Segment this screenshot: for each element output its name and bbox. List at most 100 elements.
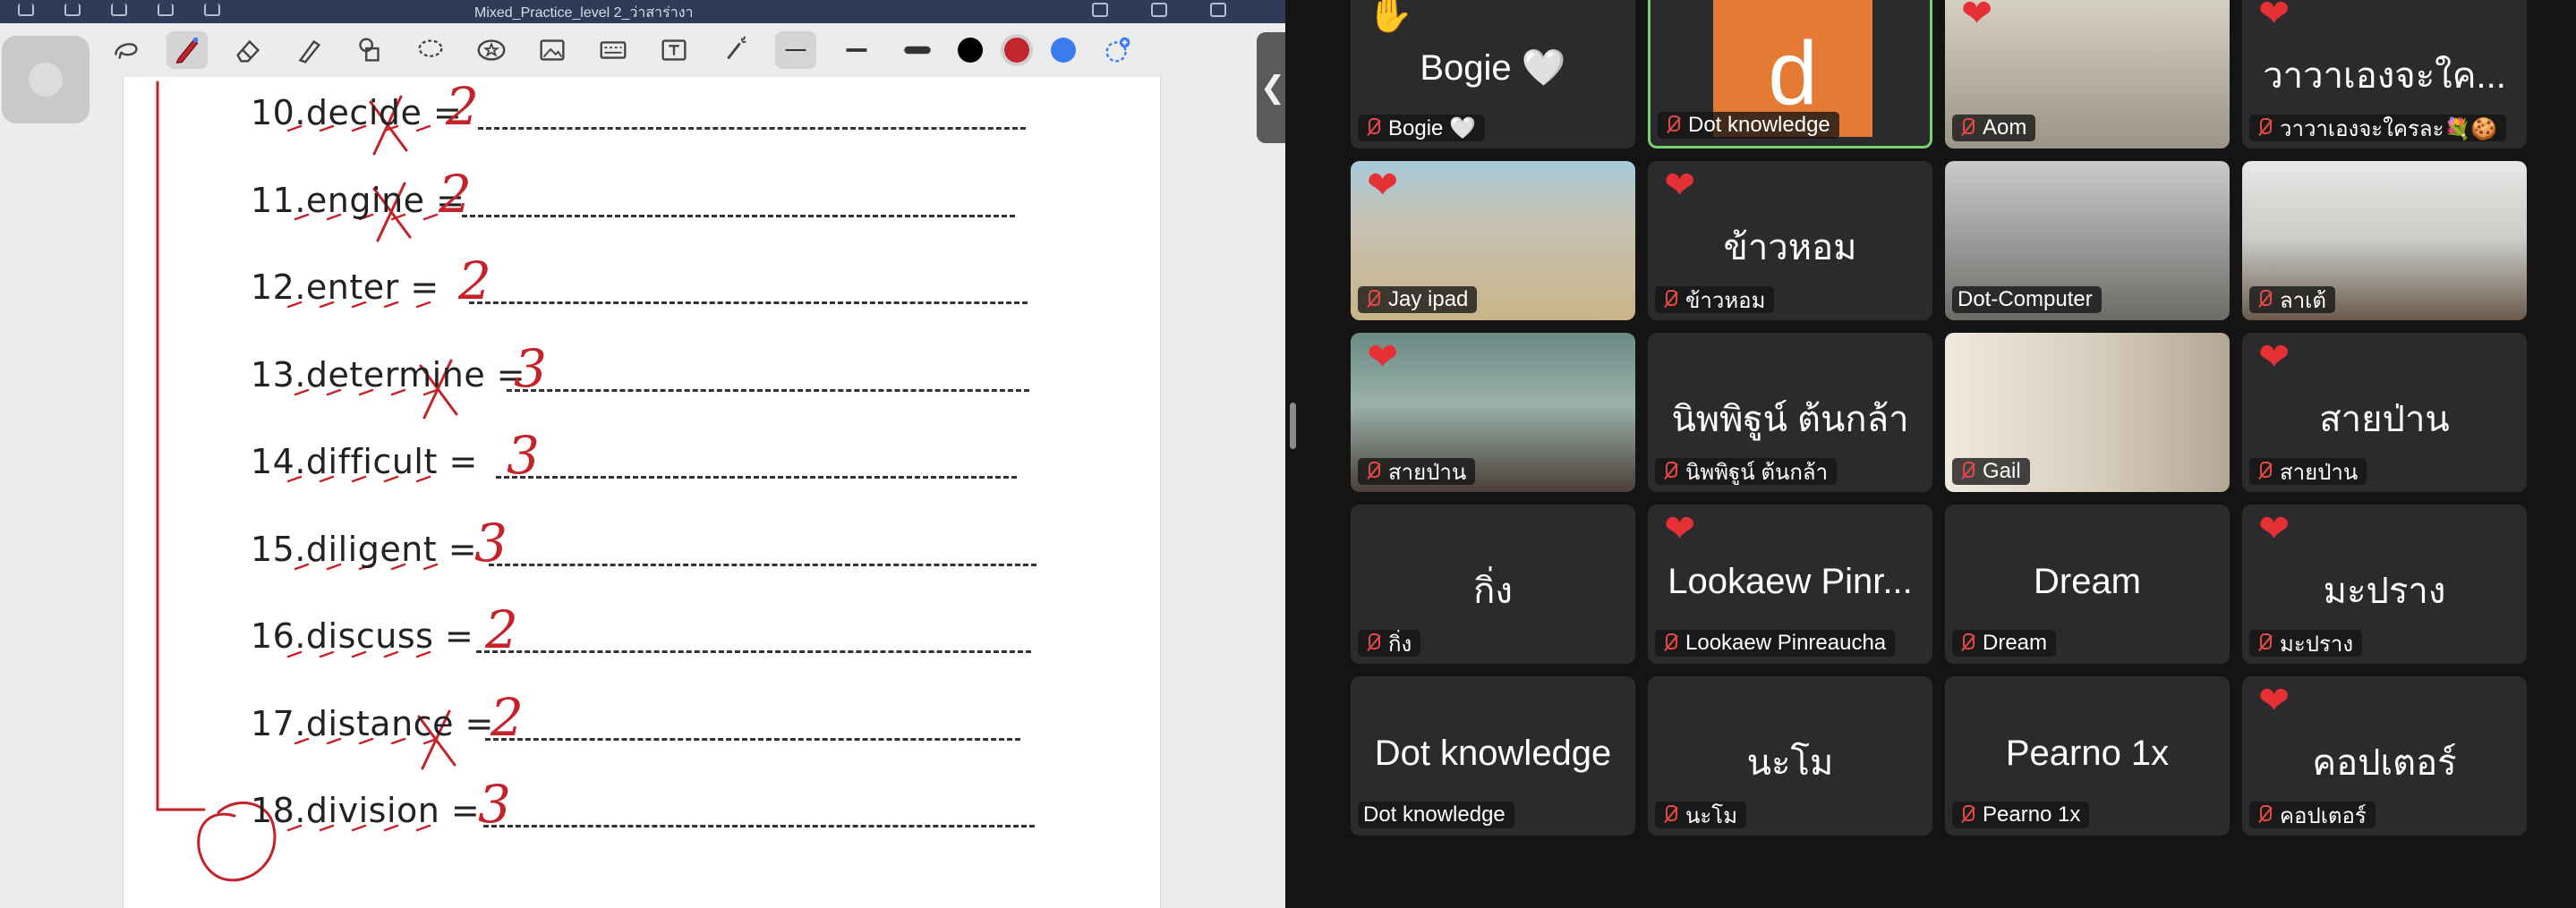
participant-display-name: Bogie 🤍 xyxy=(1420,48,1566,88)
answer-blank[interactable] xyxy=(496,476,1017,479)
answer-blank[interactable] xyxy=(507,388,1029,392)
participant-tile[interactable]: Lookaew Pinr... ❤ Lookaew Pinreaucha xyxy=(1648,505,1932,664)
muted-mic-icon xyxy=(1958,632,1977,654)
participant-tile[interactable]: นิพพิฐูน์ ต้นกล้า นิพพิฐูน์ ต้นกล้า xyxy=(1648,333,1932,492)
heart-reaction-icon: ❤ xyxy=(1664,507,1696,549)
share-icon[interactable] xyxy=(204,4,220,16)
participant-tile[interactable]: Pearno 1x Pearno 1x xyxy=(1945,676,2230,836)
muted-mic-icon xyxy=(1363,289,1383,310)
highlighter-icon xyxy=(298,39,321,64)
muted-mic-icon xyxy=(1958,461,1977,482)
heart-reaction-icon: ❤ xyxy=(2258,507,2290,549)
participant-tile[interactable]: นะโม นะโม xyxy=(1648,676,1932,836)
participant-tile[interactable]: Bogie 🤍 ✋ Bogie 🤍 xyxy=(1351,0,1635,149)
participant-display-name: สายป่าน xyxy=(2319,400,2450,439)
participant-tile[interactable]: ลาเต้ xyxy=(2242,161,2527,320)
heart-reaction-icon: ❤ xyxy=(2258,335,2290,378)
bookmark-icon[interactable] xyxy=(158,4,174,16)
handwritten-mark: 2 xyxy=(446,76,479,137)
thick-line-tool-button[interactable] xyxy=(897,31,938,69)
participant-tile[interactable]: วาวาเองจะใค... ❤ วาวาเองจะใครละ💐🍪 xyxy=(2242,0,2527,149)
participant-name: Bogie 🤍 xyxy=(1388,115,1476,140)
lasso-icon xyxy=(115,43,138,59)
participant-tile[interactable]: Dot-Computer xyxy=(1945,161,2230,320)
heart-reaction-icon: ❤ xyxy=(2258,0,2290,34)
participant-name: กิ่ง xyxy=(1388,632,1412,657)
participant-name: Lookaew Pinreaucha xyxy=(1685,631,1887,655)
participant-tile[interactable]: มะปราง ❤ มะปราง xyxy=(2242,505,2527,664)
note-title-bar: Mixed_Practice_level 2_ว่าสาร่างา xyxy=(0,0,1285,23)
participant-name-label: Dot knowledge xyxy=(1658,112,1839,139)
exercise-label: 16.discuss = xyxy=(251,616,474,656)
sticker-tool-button[interactable] xyxy=(471,31,512,69)
participant-tile[interactable]: Dot knowledge Dot knowledge xyxy=(1351,676,1635,836)
answer-blank[interactable] xyxy=(476,650,1031,653)
answer-blank[interactable] xyxy=(469,301,1028,304)
participant-tile[interactable]: ❤ สายป่าน xyxy=(1351,333,1635,492)
heart-reaction-icon: ❤ xyxy=(1961,0,1993,34)
participant-tile[interactable]: d Dot knowledge xyxy=(1648,0,1932,149)
participant-tile[interactable]: สายป่าน ❤ สายป่าน xyxy=(2242,333,2527,492)
participant-tile[interactable]: ❤ Jay ipad xyxy=(1351,161,1635,320)
participant-tile[interactable]: Gail xyxy=(1945,333,2230,492)
exercise-label: 10.decide = xyxy=(251,93,463,132)
participant-name-label: มะปราง xyxy=(2249,630,2363,657)
back-icon[interactable] xyxy=(18,4,34,16)
answer-blank[interactable] xyxy=(483,825,1035,827)
participant-tile[interactable]: กิ่ง กิ่ง xyxy=(1351,505,1635,664)
participant-name-label: สายป่าน xyxy=(1358,458,1476,485)
color-swatch-2[interactable] xyxy=(1004,38,1029,63)
muted-mic-icon xyxy=(2255,804,2274,826)
add-color-button[interactable] xyxy=(1097,31,1139,69)
participant-display-name: Pearno 1x xyxy=(2005,734,2170,773)
participant-tile[interactable]: Dream Dream xyxy=(1945,505,2230,664)
color-swatch-1[interactable] xyxy=(958,38,983,63)
answer-blank[interactable] xyxy=(489,563,1036,566)
participant-display-name: Dot knowledge xyxy=(1374,734,1612,773)
keyboard-tool-button[interactable] xyxy=(593,31,634,69)
image-tool-button[interactable] xyxy=(532,31,573,69)
pen-tool-button[interactable] xyxy=(166,31,208,69)
more-icon[interactable] xyxy=(1210,3,1226,17)
lasso-select-tool-button[interactable] xyxy=(410,31,451,69)
medium-line-tool-button[interactable] xyxy=(836,31,877,69)
laser-pointer-icon xyxy=(727,36,746,60)
answer-blank[interactable] xyxy=(462,214,1015,217)
handwritten-mark: 2 xyxy=(490,686,524,748)
heart-reaction-icon: ❤ xyxy=(2258,679,2290,721)
thin-line-tool-button[interactable] xyxy=(775,31,816,69)
laser-pointer-tool-button[interactable] xyxy=(714,31,755,69)
sticker-icon xyxy=(477,39,506,61)
exercise-label: 18.division = xyxy=(251,791,481,830)
participant-display-name: ข้าวหอม xyxy=(1723,228,1857,267)
participant-name: Dot-Computer xyxy=(1958,287,2093,311)
participant-tile[interactable]: ❤ Aom xyxy=(1945,0,2230,149)
participant-name: วาวาเองจะใครละ💐🍪 xyxy=(2280,116,2498,141)
participant-name-label: Aom xyxy=(1952,115,2036,141)
search-icon[interactable] xyxy=(111,4,127,16)
lasso-tool-button[interactable] xyxy=(106,31,147,69)
participant-name-label: Dream xyxy=(1952,630,2057,657)
star-icon[interactable] xyxy=(1092,3,1108,17)
split-view-divider[interactable] xyxy=(1290,403,1296,449)
answer-blank[interactable] xyxy=(478,127,1026,130)
highlighter-tool-button[interactable] xyxy=(288,31,329,69)
shapes-tool-button[interactable] xyxy=(349,31,390,69)
page-icon[interactable] xyxy=(1151,3,1167,17)
participant-name-label: Lookaew Pinreaucha xyxy=(1655,630,1896,657)
text-box-tool-button[interactable] xyxy=(653,31,695,69)
floating-assistive-button[interactable] xyxy=(2,36,90,123)
participant-tile[interactable]: ข้าวหอม ❤ ข้าวหอม xyxy=(1648,161,1932,320)
grid-view-icon[interactable] xyxy=(64,4,81,16)
handwritten-mark: 3 xyxy=(507,425,540,486)
thin-line-icon xyxy=(785,49,806,51)
participant-name-label: Gail xyxy=(1952,458,2030,485)
participant-name-label: กิ่ง xyxy=(1358,630,1421,657)
participant-name-label: Bogie 🤍 xyxy=(1358,115,1485,141)
participant-tile[interactable]: คอปเตอร์ ❤ คอปเตอร์ xyxy=(2242,676,2527,836)
color-swatch-3[interactable] xyxy=(1051,38,1076,63)
collapse-panel-button[interactable]: ❮ xyxy=(1257,32,1285,143)
answer-blank[interactable] xyxy=(485,737,1020,741)
participant-name: นะโม xyxy=(1685,803,1738,828)
eraser-tool-button[interactable] xyxy=(227,31,269,69)
